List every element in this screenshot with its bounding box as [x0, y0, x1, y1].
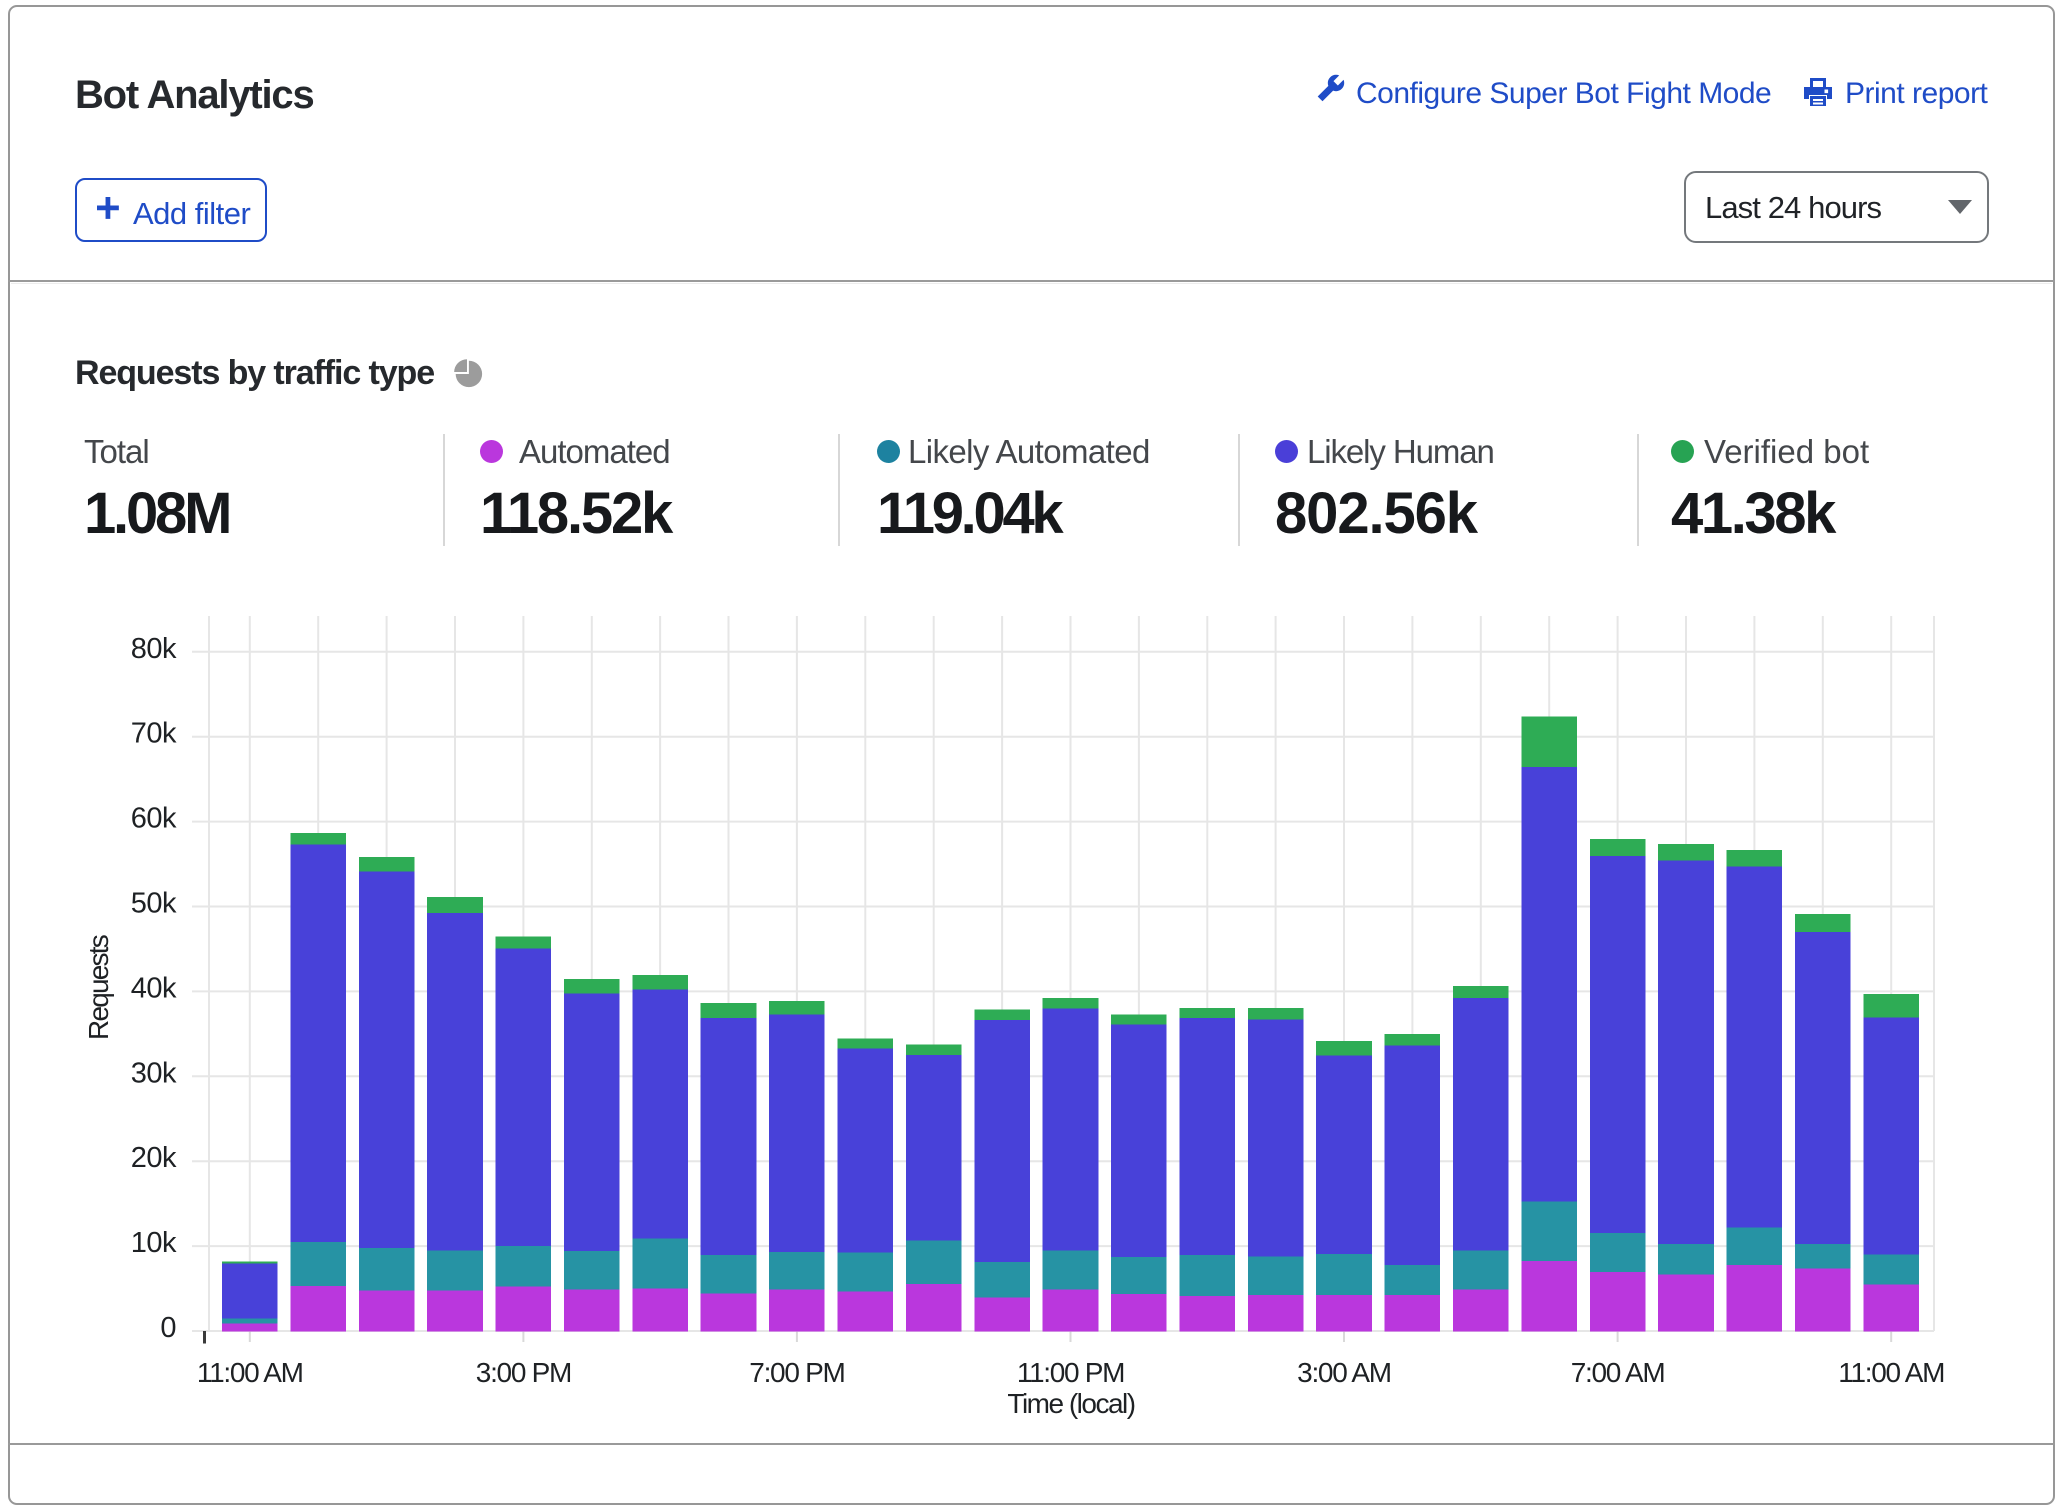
svg-text:50k: 50k [131, 888, 177, 920]
svg-text:3:00 PM: 3:00 PM [476, 1357, 571, 1388]
svg-text:10k: 10k [131, 1227, 177, 1259]
svg-text:11:00 AM: 11:00 AM [1838, 1357, 1944, 1388]
svg-text:80k: 80k [131, 633, 177, 665]
svg-text:20k: 20k [131, 1142, 177, 1174]
svg-text:3:00 AM: 3:00 AM [1297, 1357, 1391, 1388]
svg-text:Requests: Requests [83, 935, 114, 1040]
svg-text:11:00 PM: 11:00 PM [1017, 1357, 1124, 1388]
svg-text:30k: 30k [131, 1057, 177, 1089]
svg-text:7:00 AM: 7:00 AM [1571, 1357, 1665, 1388]
svg-text:60k: 60k [131, 803, 177, 835]
svg-text:11:00 AM: 11:00 AM [197, 1357, 303, 1388]
svg-text:70k: 70k [131, 718, 177, 750]
svg-text:40k: 40k [131, 972, 177, 1004]
svg-text:Time (local): Time (local) [1007, 1388, 1134, 1419]
svg-text:0: 0 [160, 1312, 176, 1344]
svg-text:7:00 PM: 7:00 PM [749, 1357, 844, 1388]
